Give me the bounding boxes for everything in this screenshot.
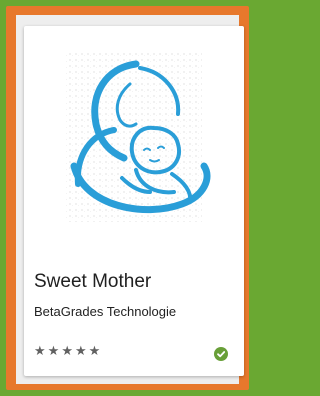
star-icon: ★ <box>74 344 87 359</box>
app-developer-label: BetaGrades Technologie <box>34 304 177 319</box>
app-card[interactable]: Sweet Mother BetaGrades Technologie ★ ★ … <box>24 26 244 376</box>
star-icon: ★ <box>88 344 101 359</box>
star-icon: ★ <box>34 344 46 359</box>
checkmark-circle-icon <box>214 347 228 361</box>
star-icon: ★ <box>61 344 73 359</box>
app-title: Sweet Mother <box>34 271 152 292</box>
mother-and-baby-icon <box>44 46 224 226</box>
app-developer: BetaGrades Technologie <box>34 304 236 319</box>
star-rating: ★ ★ ★ ★ ★ <box>34 345 100 359</box>
star-icon: ★ <box>47 344 60 359</box>
text-fade <box>206 304 236 319</box>
